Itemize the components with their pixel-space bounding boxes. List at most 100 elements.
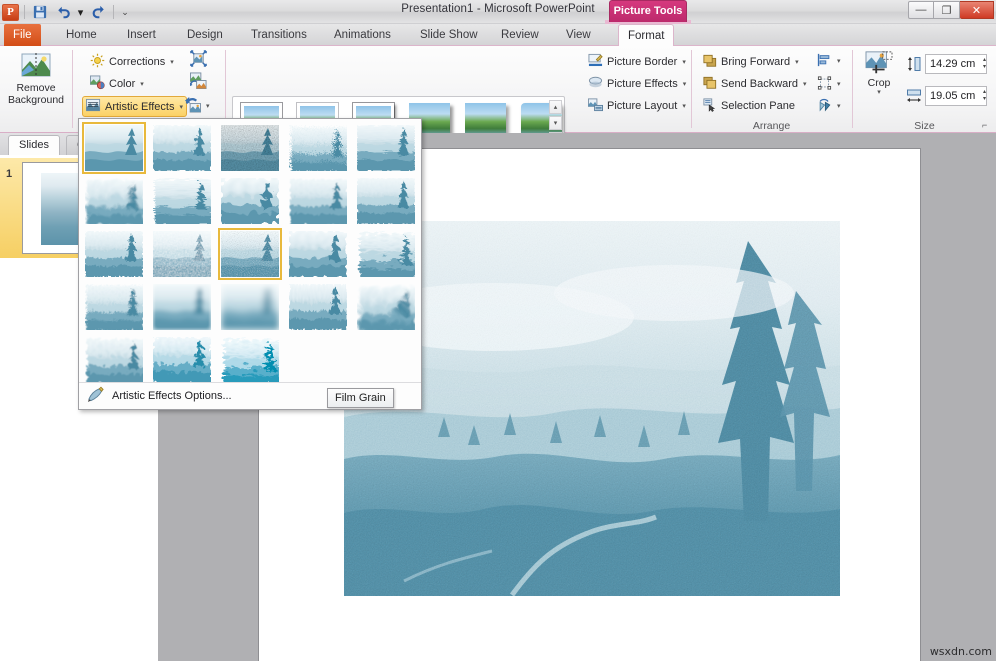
color-button[interactable]: Color ▾ [87, 74, 147, 94]
artistic-effect-light-screen[interactable] [289, 284, 347, 330]
picture-layout-icon [588, 97, 603, 115]
artistic-effect-glow-diffused[interactable] [153, 284, 211, 330]
chevron-down-icon[interactable]: ▾ [803, 80, 807, 88]
window-title: Presentation1 - Microsoft PowerPoint [0, 3, 996, 15]
artistic-effect-mosaic-bubbles[interactable] [221, 178, 279, 224]
artistic-effect-chalk[interactable] [153, 231, 211, 277]
rotate-button[interactable]: ▾ [814, 96, 846, 116]
group-icon [817, 76, 832, 93]
chevron-down-icon[interactable]: ▾ [170, 58, 174, 66]
spinner-down-icon[interactable]: ▾ [983, 64, 986, 71]
selection-pane-button[interactable]: Selection Pane [700, 96, 798, 116]
restore-button[interactable]: ❐ [934, 1, 960, 19]
artistic-effect-glow-edges[interactable] [221, 337, 279, 383]
artistic-effects-label: Artistic Effects [105, 101, 174, 113]
spinner-down-icon[interactable]: ▾ [983, 96, 986, 103]
picture-layout-button[interactable]: Picture Layout ▾ [585, 96, 689, 116]
bring-forward-button[interactable]: Bring Forward ▾ [700, 52, 802, 72]
crop-caret-icon[interactable]: ▾ [856, 89, 902, 97]
remove-background-button[interactable]: Remove Background [3, 52, 69, 106]
tab-view[interactable]: View [557, 24, 600, 46]
reset-picture-button[interactable]: ▾ [181, 96, 221, 116]
artistic-effect-pencil-gray[interactable] [221, 125, 279, 171]
artistic-effect-blur[interactable] [221, 284, 279, 330]
chevron-down-icon[interactable]: ▾ [795, 58, 799, 66]
crop-button[interactable]: Crop ▾ [856, 50, 902, 97]
artistic-effect-paint-strokes[interactable] [357, 231, 415, 277]
artistic-effect-texturizer[interactable] [85, 231, 143, 277]
artistic-effect-none[interactable] [85, 125, 143, 171]
arrange-group-label: Arrange [692, 120, 851, 132]
tab-home[interactable]: Home [57, 24, 106, 46]
shape-height-spinner[interactable]: ▴ ▾ [979, 54, 990, 74]
size-group-label: Size [853, 120, 996, 132]
tab-slides[interactable]: Slides [8, 135, 60, 155]
artistic-effect-plastic-wrap[interactable] [85, 337, 143, 383]
shape-height-icon [906, 56, 922, 75]
artistic-effect-watercolor2[interactable] [357, 284, 415, 330]
picture-layout-label: Picture Layout [607, 100, 677, 112]
shape-width-spinner[interactable]: ▴ ▾ [979, 86, 990, 106]
reset-picture-icon [184, 96, 201, 116]
chevron-down-icon[interactable]: ▾ [683, 80, 687, 88]
align-icon [817, 53, 832, 70]
ribbon-group-arrange: Bring Forward ▾ Send Backward ▾ Selectio… [692, 46, 851, 133]
group-button[interactable]: ▾ [814, 74, 846, 94]
crop-label: Crop [856, 77, 902, 89]
artistic-effect-film-grain[interactable] [221, 231, 279, 277]
gallery-tooltip: Film Grain [327, 388, 394, 408]
chevron-down-icon[interactable]: ▾ [837, 102, 841, 110]
chevron-down-icon[interactable]: ▾ [837, 80, 841, 88]
close-button[interactable]: ✕ [960, 1, 994, 19]
scroll-up-icon[interactable]: ▴ [549, 100, 562, 114]
artistic-effect-pencil-sketch[interactable] [289, 125, 347, 171]
scroll-down-icon[interactable]: ▾ [549, 116, 562, 130]
send-backward-button[interactable]: Send Backward ▾ [700, 74, 810, 94]
artistic-effect-paint-brush[interactable] [85, 284, 143, 330]
chevron-down-icon[interactable]: ▾ [682, 58, 686, 66]
tab-file[interactable]: File [4, 24, 41, 46]
tab-slide-show[interactable]: Slide Show [411, 24, 487, 46]
artistic-effects-button[interactable]: Artistic Effects ▾ [82, 96, 187, 117]
align-button[interactable]: ▾ [814, 51, 846, 71]
tab-insert[interactable]: Insert [118, 24, 165, 46]
tab-format[interactable]: Format [618, 24, 674, 47]
picture-style-4[interactable] [465, 103, 506, 137]
watermark: wsxdn.com [930, 645, 992, 658]
corrections-button[interactable]: Corrections ▾ [87, 52, 177, 72]
artistic-effect-glass[interactable] [289, 178, 347, 224]
picture-effects-button[interactable]: Picture Effects ▾ [585, 74, 689, 94]
window-controls[interactable]: — ❐ ✕ [908, 1, 994, 19]
tab-animations[interactable]: Animations [325, 24, 400, 46]
compress-pictures-button[interactable] [186, 50, 210, 70]
artistic-effect-mosaic2[interactable] [289, 231, 347, 277]
artistic-effect-line-drawing[interactable] [357, 125, 415, 171]
chevron-down-icon[interactable]: ▾ [682, 102, 686, 110]
tab-transitions[interactable]: Transitions [242, 24, 316, 46]
chevron-down-icon[interactable]: ▾ [140, 80, 144, 88]
shape-width-field[interactable]: 19.05 cm [925, 86, 987, 106]
compress-pictures-icon [190, 50, 207, 70]
tab-review[interactable]: Review [492, 24, 548, 46]
selection-pane-icon [703, 98, 717, 115]
shape-height-field[interactable]: 14.29 cm [925, 54, 987, 74]
minimize-button[interactable]: — [908, 1, 934, 19]
rotate-icon [817, 98, 832, 115]
change-picture-button[interactable] [186, 72, 210, 92]
ribbon-group-size: Crop ▾ 14.29 cm ▴ ▾ 19.05 cm ▴ ▾ Size ⌐ [853, 46, 996, 133]
artistic-effect-watercolor[interactable] [85, 178, 143, 224]
artistic-effect-marker[interactable] [153, 125, 211, 171]
ribbon-tab-strip[interactable]: File Home Insert Design Transitions Animation… [0, 24, 996, 46]
artistic-effects-gallery[interactable]: Artistic Effects Options... Film Grain [78, 118, 422, 410]
artistic-effect-crisscross[interactable] [153, 178, 211, 224]
picture-border-button[interactable]: Picture Border ▾ [585, 52, 689, 72]
chevron-down-icon[interactable]: ▾ [837, 57, 841, 65]
spinner-up-icon[interactable]: ▴ [983, 57, 986, 64]
spinner-up-icon[interactable]: ▴ [983, 89, 986, 96]
size-dialog-launcher[interactable]: ⌐ [982, 120, 993, 131]
tab-design[interactable]: Design [178, 24, 232, 46]
artistic-effect-cement[interactable] [357, 178, 415, 224]
bring-forward-icon [703, 54, 717, 71]
chevron-down-icon[interactable]: ▾ [206, 102, 210, 110]
artistic-effect-photocopy[interactable] [153, 337, 211, 383]
